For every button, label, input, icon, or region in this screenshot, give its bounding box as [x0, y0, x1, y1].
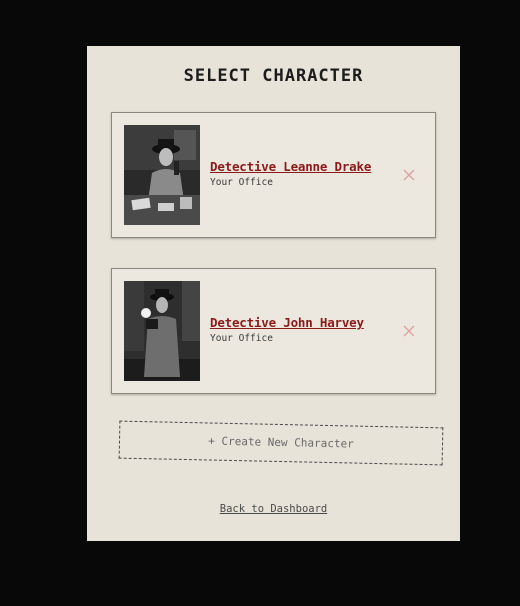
create-character-button[interactable]: + Create New Character — [118, 420, 444, 466]
character-portrait — [124, 125, 200, 225]
back-to-dashboard-link[interactable]: Back to Dashboard — [87, 503, 460, 515]
close-icon — [403, 169, 415, 181]
character-card[interactable]: Detective Leanne Drake Your Office — [111, 112, 436, 238]
character-location: Your Office — [210, 333, 273, 344]
character-select-panel: SELECT CHARACTER Detective Leanne Drake … — [87, 46, 460, 541]
character-name-link[interactable]: Detective John Harvey — [210, 315, 364, 330]
close-icon — [403, 325, 415, 337]
character-portrait — [124, 281, 200, 381]
remove-character-button[interactable] — [402, 323, 416, 337]
character-name-link[interactable]: Detective Leanne Drake — [210, 159, 371, 174]
page-title: SELECT CHARACTER — [183, 66, 364, 86]
character-location: Your Office — [210, 177, 273, 188]
remove-character-button[interactable] — [402, 167, 416, 181]
character-card[interactable]: Detective John Harvey Your Office — [111, 268, 436, 394]
